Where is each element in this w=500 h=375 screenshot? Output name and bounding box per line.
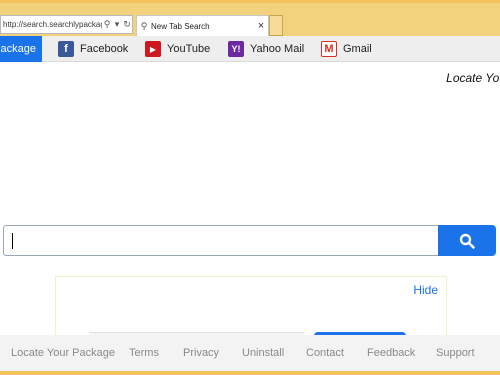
tab-new-tab-search[interactable]: ⚲ New Tab Search × [136, 15, 269, 36]
refresh-icon[interactable]: ↻ [122, 19, 132, 30]
search-icon: ⚲ [140, 20, 148, 31]
browser-bottom-frame [0, 371, 500, 375]
address-bar[interactable]: http://search.searchlypackag... ⚲ ▾ ↻ [0, 15, 133, 34]
gmail-icon: M [321, 41, 337, 57]
bookmark-gmail[interactable]: M Gmail [321, 36, 372, 62]
new-tab-button[interactable] [269, 15, 283, 36]
hide-link[interactable]: Hide [413, 283, 438, 297]
footer-link-support[interactable]: Support [436, 347, 475, 359]
footer: Locate Your Package Terms Privacy Uninst… [0, 335, 500, 371]
footer-link-privacy[interactable]: Privacy [183, 347, 219, 359]
search-icon [459, 233, 475, 249]
bookmark-label: Yahoo Mail [250, 43, 305, 55]
address-url[interactable]: http://search.searchlypackag... [1, 20, 102, 29]
footer-link-contact[interactable]: Contact [306, 347, 344, 359]
footer-link-feedback[interactable]: Feedback [367, 347, 415, 359]
facebook-icon: f [58, 41, 74, 57]
bookmark-yahoo-mail[interactable]: Y! Yahoo Mail [228, 36, 304, 62]
search-button[interactable] [438, 225, 496, 256]
page-tagline: Locate You [446, 71, 500, 85]
bookmark-youtube[interactable]: ▶ YouTube [145, 36, 210, 62]
bookmark-package[interactable]: Package [0, 36, 42, 62]
text-caret [12, 233, 13, 249]
bookmark-facebook[interactable]: f Facebook [58, 36, 128, 62]
close-icon[interactable]: × [254, 20, 268, 32]
bookmark-label: Facebook [80, 43, 129, 55]
tab-title: New Tab Search [151, 21, 210, 31]
youtube-icon: ▶ [145, 41, 161, 57]
bookmarks-bar: Package f Facebook ▶ YouTube Y! Yahoo Ma… [0, 36, 500, 62]
yahoo-icon: Y! [228, 41, 244, 57]
chevron-down-icon[interactable]: ▾ [112, 19, 122, 30]
info-panel: Hide [55, 276, 447, 343]
bookmark-label: Gmail [343, 43, 372, 55]
footer-link-terms[interactable]: Terms [129, 347, 159, 359]
search-input[interactable] [3, 225, 439, 256]
bookmark-label: YouTube [167, 43, 211, 55]
footer-link-uninstall[interactable]: Uninstall [242, 347, 284, 359]
search-icon[interactable]: ⚲ [102, 19, 112, 30]
footer-link-locate-your-package[interactable]: Locate Your Package [11, 347, 115, 359]
